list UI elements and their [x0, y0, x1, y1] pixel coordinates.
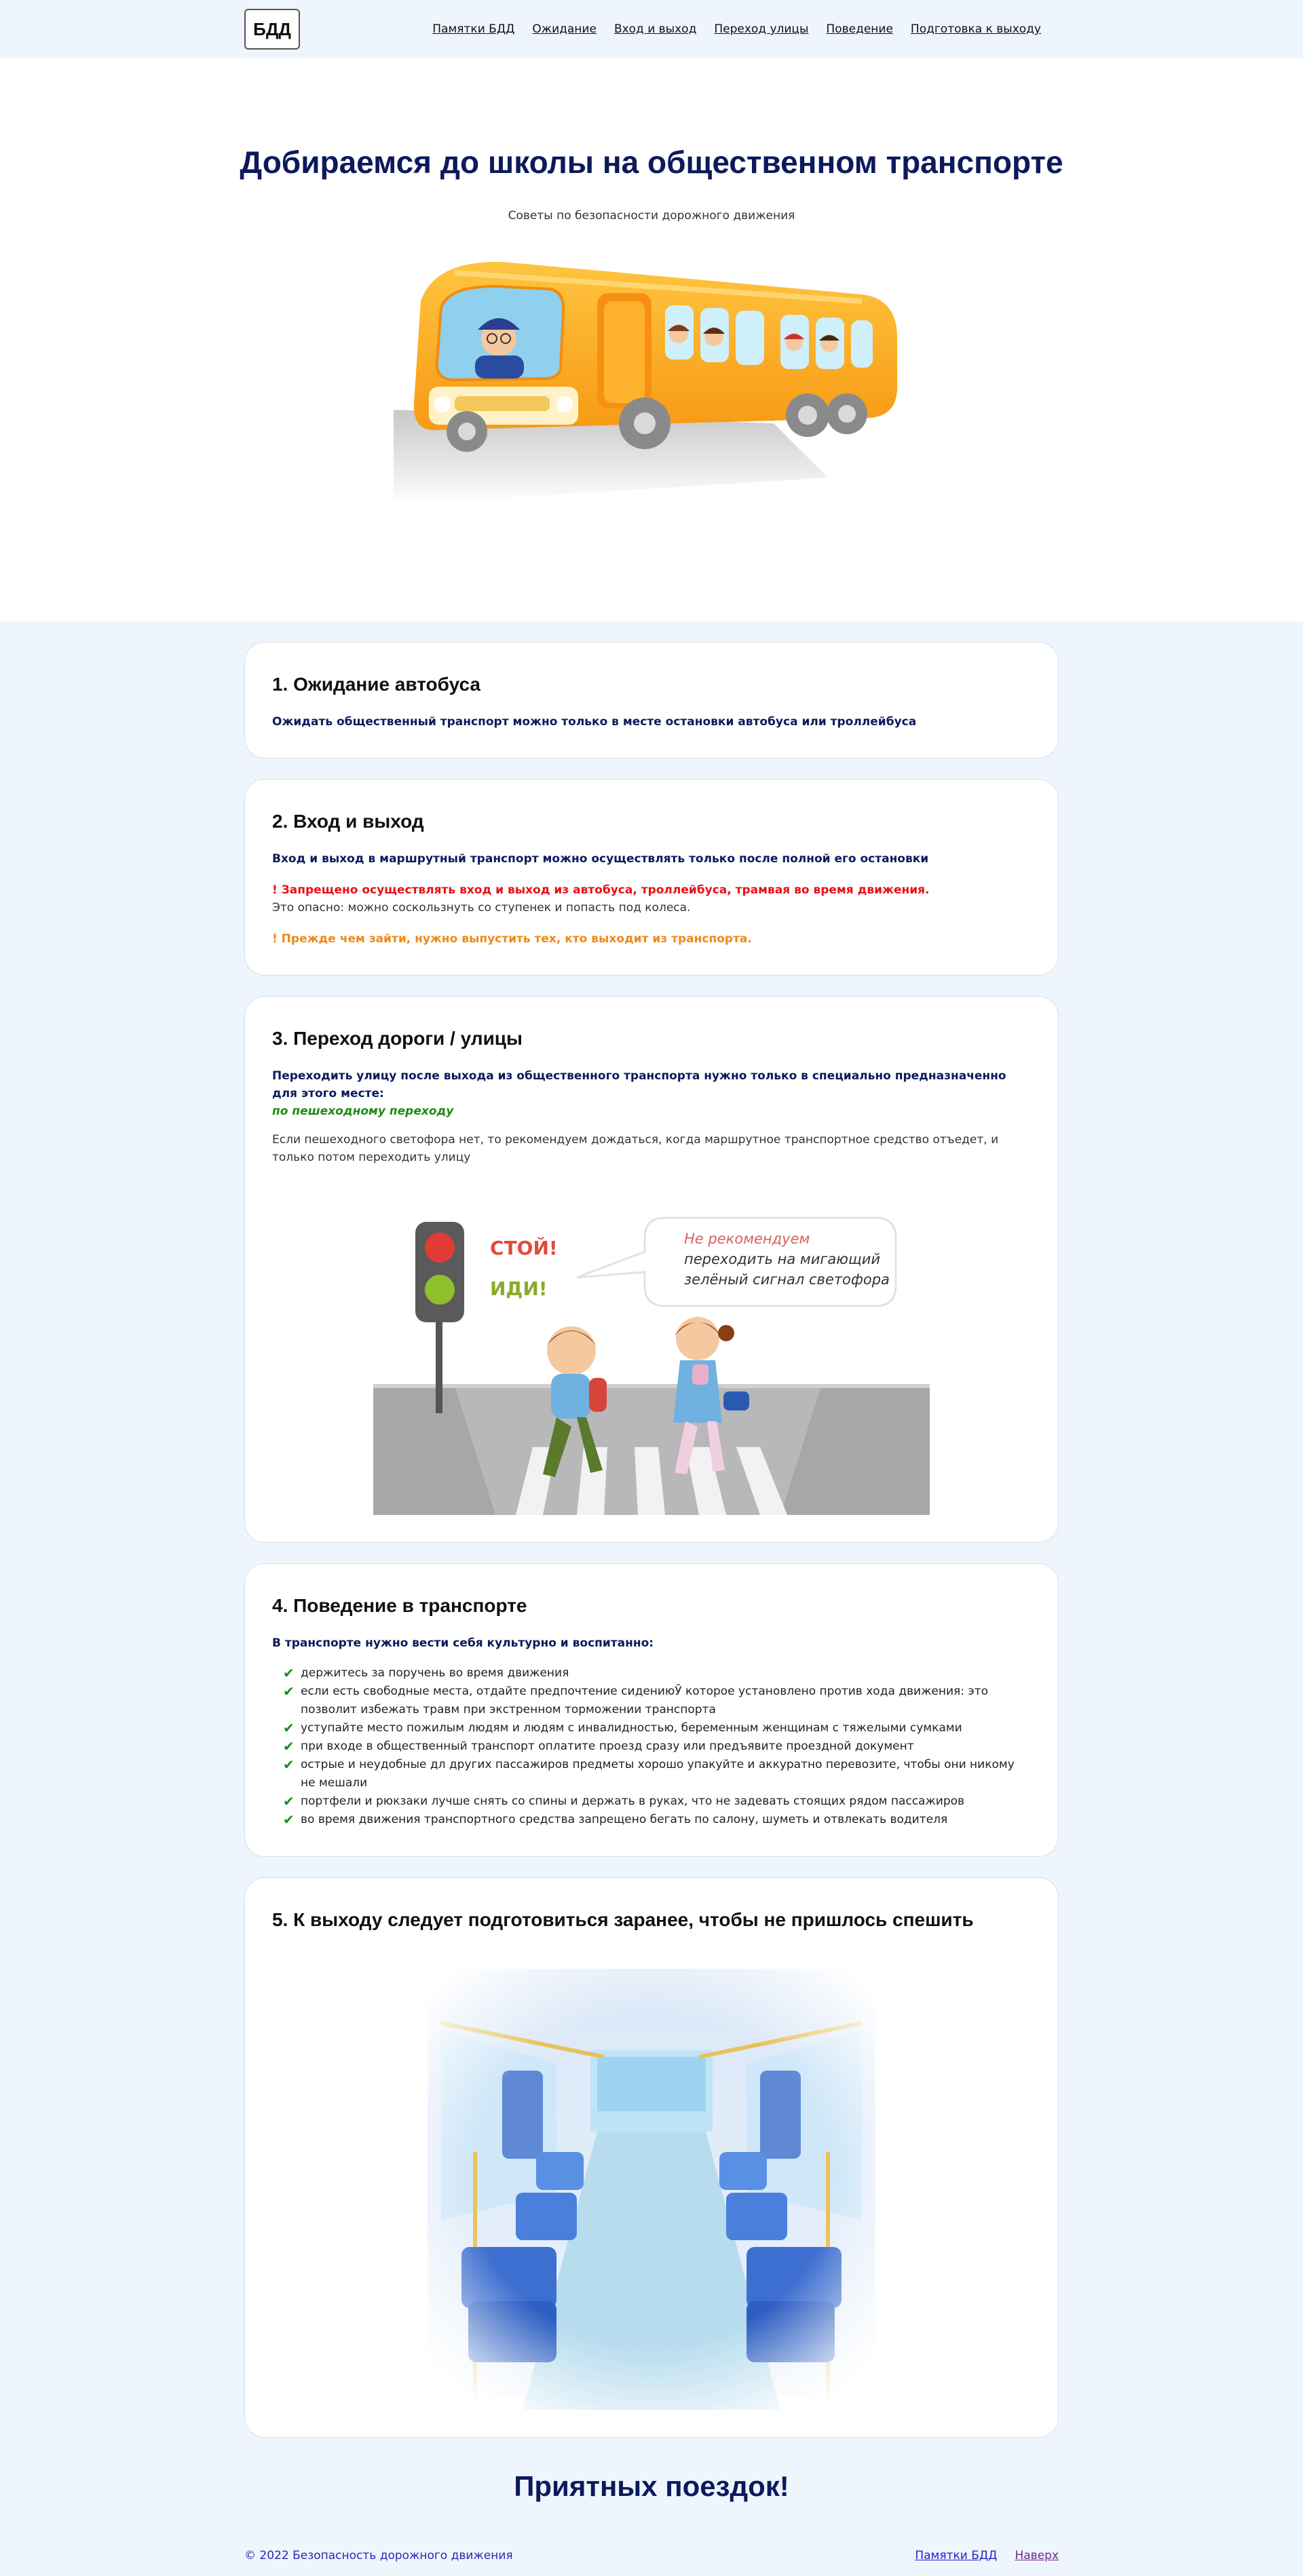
section-title: 3. Переход дороги / улицы [272, 1028, 523, 1049]
page-subtitle: Советы по безопасности дорожного движени… [508, 209, 795, 223]
check-icon: ✔ [283, 1720, 295, 1736]
nav-link-behavior[interactable]: Поведение [826, 22, 893, 36]
nav-link-entry[interactable]: Вход и выход [614, 22, 696, 36]
check-icon: ✔ [283, 1665, 295, 1681]
logo[interactable]: БДД [244, 9, 300, 50]
bubble-line-3: зелёный сигнал светофора [684, 1271, 890, 1288]
bus-illustration [394, 254, 909, 552]
hero-section: Добираемся до школы на общественном тран… [0, 58, 1303, 621]
list-item: ✔ если есть свободные места, отдайте пред… [283, 1683, 1031, 1719]
site-header: БДД Памятки БДД Ожидание Вход и выход Пе… [0, 0, 1303, 58]
crossing-illustration: СТОЙ! ИДИ! Не рекомендуем переходить на … [373, 1203, 930, 1515]
section-crossing: 3. Переход дороги / улицы Переходить ули… [244, 996, 1059, 1543]
section-title: 5. К выходу следует подготовиться заране… [272, 1909, 974, 1930]
check-icon: ✔ [283, 1756, 295, 1773]
list-item: ✔ уступайте место пожилым людям и людям с… [283, 1720, 962, 1736]
content-area: 1. Ожидание автобуса Ожидать общественны… [244, 642, 1059, 2576]
crossing-place: по пешеходному переходу [272, 1104, 454, 1118]
list-item: ✔ портфели и рюкзаки лучше снять со спины… [283, 1793, 965, 1809]
footer-link-top[interactable]: Наверх [1015, 2549, 1059, 2562]
footer-link-memos[interactable]: Памятки БДД [915, 2549, 997, 2562]
bubble-line-1: Не рекомендуем [684, 1231, 810, 1247]
crossing-rule: Переходить улицу после выхода из обществ… [272, 1069, 1006, 1100]
check-icon: ✔ [283, 1683, 295, 1699]
entry-tip: ! Прежде чем зайти, нужно выпустить тех,… [272, 932, 752, 946]
stop-label: СТОЙ! [490, 1236, 558, 1259]
section-entry: 2. Вход и выход Вход и выход в маршрутны… [244, 779, 1059, 976]
entry-rule: Вход и выход в маршрутный транспорт можн… [272, 852, 929, 866]
list-item: ✔ во время движения транспортного средств… [283, 1811, 948, 1828]
footer-links: Памятки БДД Наверх [915, 2549, 1059, 2562]
behavior-intro: В транспорте нужно вести себя культурно … [272, 1636, 654, 1650]
nav-link-exit[interactable]: Подготовка к выходу [911, 22, 1041, 36]
waiting-text: Ожидать общественный транспорт можно тол… [272, 715, 917, 729]
behavior-checklist: ✔ держитесь за поручень во время движения… [272, 1664, 1031, 1829]
copyright: © 2022 Безопасность дорожного движения [244, 2549, 513, 2562]
section-title: 2. Вход и выход [272, 811, 424, 832]
farewell-heading: Приятных поездок! [514, 2470, 789, 2502]
page-title: Добираемся до школы на общественном тран… [240, 145, 1063, 180]
entry-warning: ! Запрещено осуществлять вход и выход из… [272, 883, 930, 897]
list-item: ✔ острые и неудобные дл других пассажиров… [283, 1756, 1031, 1792]
check-icon: ✔ [283, 1811, 295, 1828]
section-title: 4. Поведение в транспорте [272, 1595, 527, 1616]
nav-link-crossing[interactable]: Переход улицы [714, 22, 808, 36]
go-label: ИДИ! [490, 1277, 548, 1300]
nav-link-memos[interactable]: Памятки БДД [432, 22, 514, 36]
nav-link-waiting[interactable]: Ожидание [532, 22, 597, 36]
list-item: ✔ держитесь за поручень во время движения [283, 1665, 569, 1681]
check-icon: ✔ [283, 1738, 295, 1754]
check-icon: ✔ [283, 1793, 295, 1809]
bus-interior-illustration [400, 1948, 903, 2410]
crossing-advice: Если пешеходного светофора нет, то реком… [272, 1133, 999, 1164]
entry-danger: Это опасно: можно соскользнуть со ступен… [272, 901, 691, 915]
main-nav: Памятки БДД Ожидание Вход и выход Перехо… [432, 22, 1041, 36]
site-footer: © 2022 Безопасность дорожного движения П… [244, 2535, 1059, 2576]
list-item: ✔ при входе в общественный транспорт опла… [283, 1738, 914, 1754]
section-behavior: 4. Поведение в транспорте В транспорте н… [244, 1563, 1059, 1857]
bubble-line-2: переходить на мигающий [684, 1251, 880, 1267]
section-exit: 5. К выходу следует подготовиться заране… [244, 1877, 1059, 2438]
section-title: 1. Ожидание автобуса [272, 674, 480, 695]
section-waiting: 1. Ожидание автобуса Ожидать общественны… [244, 642, 1059, 758]
